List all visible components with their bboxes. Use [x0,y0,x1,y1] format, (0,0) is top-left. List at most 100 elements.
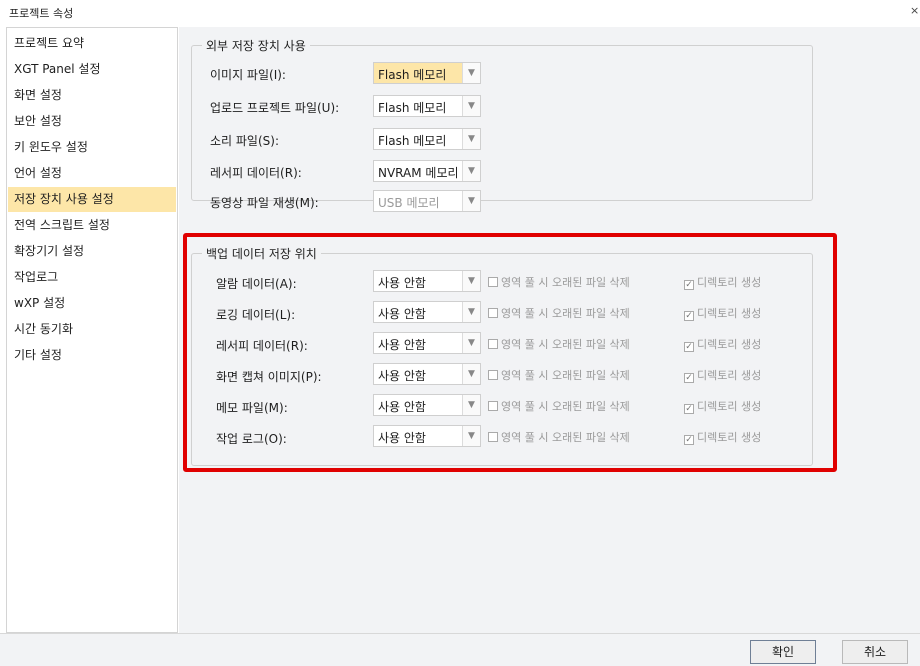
worklog-create-dir-checkbox[interactable]: ✓ 디렉토리 생성 [684,429,761,445]
recipe-data-select[interactable]: NVRAM 메모리 ▼ [373,160,481,182]
recipe-backup-value: 사용 안함 [378,338,426,352]
checkbox-label: 영역 풀 시 오래된 파일 삭제 [501,431,630,444]
sidebar-item-key-window[interactable]: 키 윈도우 설정 [8,135,176,160]
chevron-down-icon[interactable]: ▼ [462,302,480,322]
external-storage-legend: 외부 저장 장치 사용 [202,37,310,54]
work-log-label: 작업 로그(O): [216,432,287,446]
worklog-delete-old-checkbox[interactable]: 영역 풀 시 오래된 파일 삭제 [488,429,630,445]
sidebar-item-project-summary[interactable]: 프로젝트 요약 [8,31,176,56]
memo-create-dir-checkbox[interactable]: ✓ 디렉토리 생성 [684,398,761,414]
chevron-down-icon[interactable]: ▼ [462,191,480,211]
screen-capture-value: 사용 안함 [378,369,426,383]
video-playback-select[interactable]: USB 메모리 ▼ [373,190,481,212]
image-file-label: 이미지 파일(I): [210,68,286,82]
backup-location-legend: 백업 데이터 저장 위치 [202,245,321,262]
capture-delete-old-checkbox[interactable]: 영역 풀 시 오래된 파일 삭제 [488,367,630,383]
sidebar-item-other[interactable]: 기타 설정 [8,343,176,368]
checkbox-icon [488,401,498,411]
checkbox-label: 영역 풀 시 오래된 파일 삭제 [501,338,630,351]
recipe-data-value: NVRAM 메모리 [378,166,459,180]
sidebar-item-screen[interactable]: 화면 설정 [8,83,176,108]
checkbox-label: 디렉토리 생성 [697,276,762,289]
chevron-down-icon[interactable]: ▼ [462,271,480,291]
dialog-footer: 확인 취소 [0,633,920,666]
upload-project-file-label: 업로드 프로젝트 파일(U): [210,101,340,115]
checkbox-label: 영역 풀 시 오래된 파일 삭제 [501,276,630,289]
sidebar-item-security[interactable]: 보안 설정 [8,109,176,134]
cancel-button[interactable]: 취소 [842,640,908,664]
chevron-down-icon[interactable]: ▼ [462,333,480,353]
checkbox-icon [488,277,498,287]
recipe-delete-old-checkbox[interactable]: 영역 풀 시 오래된 파일 삭제 [488,336,630,352]
checkbox-label: 디렉토리 생성 [697,431,762,444]
alarm-delete-old-checkbox[interactable]: 영역 풀 시 오래된 파일 삭제 [488,274,630,290]
image-file-select[interactable]: Flash 메모리 ▼ [373,62,481,84]
alarm-data-value: 사용 안함 [378,276,426,290]
sidebar-item-wxp[interactable]: wXP 설정 [8,291,176,316]
chevron-down-icon[interactable]: ▼ [462,96,480,116]
checkbox-label: 디렉토리 생성 [697,338,762,351]
screen-capture-label: 화면 캡쳐 이미지(P): [216,370,322,384]
sound-file-select[interactable]: Flash 메모리 ▼ [373,128,481,150]
image-file-value: Flash 메모리 [378,68,447,82]
sidebar-item-language[interactable]: 언어 설정 [8,161,176,186]
checkbox-label: 디렉토리 생성 [697,307,762,320]
checkbox-label: 디렉토리 생성 [697,400,762,413]
checkbox-icon [488,370,498,380]
work-log-value: 사용 안함 [378,431,426,445]
memo-file-select[interactable]: 사용 안함 ▼ [373,394,481,416]
alarm-create-dir-checkbox[interactable]: ✓ 디렉토리 생성 [684,274,761,290]
window-title: 프로젝트 속성 [9,7,74,20]
alarm-data-label: 알람 데이터(A): [216,277,297,291]
sidebar-item-global-script[interactable]: 전역 스크립트 설정 [8,213,176,238]
video-playback-label: 동영상 파일 재생(M): [210,196,319,210]
close-icon[interactable]: × [910,4,920,17]
capture-create-dir-checkbox[interactable]: ✓ 디렉토리 생성 [684,367,761,383]
chevron-down-icon[interactable]: ▼ [462,364,480,384]
chevron-down-icon[interactable]: ▼ [462,129,480,149]
check-icon: ✓ [684,435,694,445]
sidebar-item-xgt-panel[interactable]: XGT Panel 설정 [8,57,176,82]
chevron-down-icon[interactable]: ▼ [462,426,480,446]
upload-project-file-select[interactable]: Flash 메모리 ▼ [373,95,481,117]
recipe-create-dir-checkbox[interactable]: ✓ 디렉토리 생성 [684,336,761,352]
chevron-down-icon[interactable]: ▼ [462,395,480,415]
external-storage-group: 외부 저장 장치 사용 이미지 파일(I): Flash 메모리 ▼ 업로드 프… [191,37,813,212]
title-bar: 프로젝트 속성 × [0,0,920,26]
checkbox-icon [488,339,498,349]
check-icon: ✓ [684,404,694,414]
sound-file-label: 소리 파일(S): [210,134,279,148]
checkbox-icon [488,308,498,318]
sidebar-item-work-log[interactable]: 작업로그 [8,265,176,290]
chevron-down-icon[interactable]: ▼ [462,161,480,181]
logging-delete-old-checkbox[interactable]: 영역 풀 시 오래된 파일 삭제 [488,305,630,321]
sidebar-item-time-sync[interactable]: 시간 동기화 [8,317,176,342]
sidebar-item-expansion[interactable]: 확장기기 설정 [8,239,176,264]
checkbox-label: 영역 풀 시 오래된 파일 삭제 [501,369,630,382]
ok-button[interactable]: 확인 [750,640,816,664]
chevron-down-icon[interactable]: ▼ [462,63,480,83]
recipe-backup-label: 레서피 데이터(R): [216,339,308,353]
checkbox-label: 영역 풀 시 오래된 파일 삭제 [501,400,630,413]
checkbox-label: 디렉토리 생성 [697,369,762,382]
memo-file-value: 사용 안함 [378,400,426,414]
recipe-backup-select[interactable]: 사용 안함 ▼ [373,332,481,354]
checkbox-icon [488,432,498,442]
logging-data-label: 로깅 데이터(L): [216,308,296,322]
sound-file-value: Flash 메모리 [378,134,447,148]
alarm-data-select[interactable]: 사용 안함 ▼ [373,270,481,292]
screen-capture-select[interactable]: 사용 안함 ▼ [373,363,481,385]
check-icon: ✓ [684,342,694,352]
logging-create-dir-checkbox[interactable]: ✓ 디렉토리 생성 [684,305,761,321]
logging-data-value: 사용 안함 [378,307,426,321]
work-log-select[interactable]: 사용 안함 ▼ [373,425,481,447]
memo-delete-old-checkbox[interactable]: 영역 풀 시 오래된 파일 삭제 [488,398,630,414]
sidebar-item-storage[interactable]: 저장 장치 사용 설정 [8,187,176,212]
recipe-data-label: 레서피 데이터(R): [210,166,302,180]
upload-project-file-value: Flash 메모리 [378,101,447,115]
check-icon: ✓ [684,311,694,321]
logging-data-select[interactable]: 사용 안함 ▼ [373,301,481,323]
check-icon: ✓ [684,373,694,383]
backup-location-group: 백업 데이터 저장 위치 알람 데이터(A): 사용 안함 ▼ 영역 풀 시 오… [191,245,813,466]
settings-content: 외부 저장 장치 사용 이미지 파일(I): Flash 메모리 ▼ 업로드 프… [179,27,920,633]
